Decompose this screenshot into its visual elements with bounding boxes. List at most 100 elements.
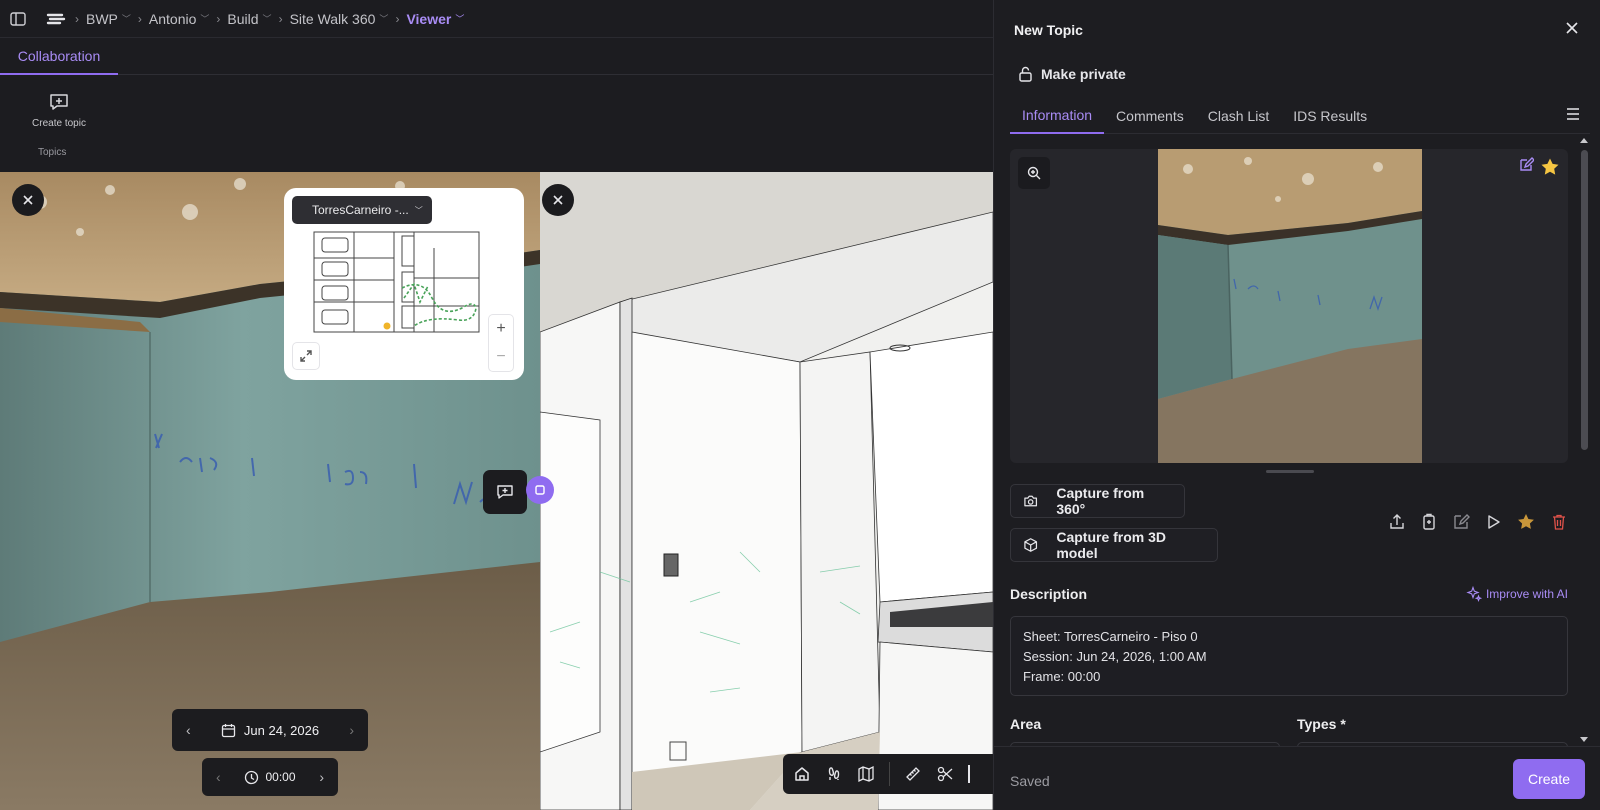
date-navigator: ‹ Jun 24, 2026 › [172,709,368,751]
create-button[interactable]: Create [1513,759,1585,799]
create-topic-button[interactable]: Create topic [22,93,96,129]
minimap[interactable]: TorresCarneiro -... ﹀ + − [284,188,524,380]
tab-clash-list[interactable]: Clash List [1196,98,1281,134]
clock-icon [245,770,259,784]
map-zoom-in-button[interactable]: + [489,315,513,343]
toolbar-overflow [968,765,970,783]
scrollbar-thumb[interactable] [1581,150,1588,450]
panel-tabs: Information Comments Clash List IDS Resu… [1010,98,1590,134]
description-label: Description [1010,586,1088,602]
breadcrumb-item-site-walk[interactable]: › Site Walk 360 ﹀ [272,11,389,27]
panel-menu-button[interactable] [1566,108,1580,120]
measure-icon[interactable] [904,765,922,783]
edit-icon[interactable] [1452,513,1470,531]
model-3d-view[interactable] [540,172,993,810]
snapshot-image [1158,149,1422,463]
scroll-down-icon[interactable] [1578,736,1590,744]
sidebar-toggle-icon [10,11,26,26]
description-textarea[interactable]: Sheet: TorresCarneiro - Piso 0 Session: … [1010,616,1568,696]
model-3d-render [540,172,993,810]
close-3d-button[interactable] [542,184,574,216]
make-private-toggle[interactable]: Make private [1018,66,1126,82]
share-icon[interactable] [1388,513,1406,531]
split-view-handle[interactable] [526,476,554,504]
map-zoom-out-button[interactable]: − [489,343,513,371]
date-picker[interactable]: Jun 24, 2026 [221,723,319,738]
next-frame-button[interactable]: › [319,769,324,785]
scissors-icon[interactable] [936,765,954,783]
create-topic-icon [497,485,513,499]
description-line: Frame: 00:00 [1023,669,1101,684]
ribbon-group-label: Topics [38,147,67,158]
drag-handle-icon [535,485,545,495]
zoom-in-icon [1027,166,1041,180]
sheet-select[interactable]: TorresCarneiro -... ﹀ [292,196,432,224]
create-topic-icon [50,94,68,110]
viewer-toolbar [783,754,993,794]
ribbon-tabs: Collaboration [0,38,993,75]
close-icon [553,195,563,205]
close-icon [23,195,33,205]
panel-scrollbar[interactable] [1578,136,1590,744]
home-icon[interactable] [793,765,811,783]
panorama-360-view[interactable]: TorresCarneiro -... ﹀ + − ‹ Jun 24, 2026… [0,172,540,810]
breadcrumb-item-viewer[interactable]: › Viewer ﹀ [388,11,464,27]
breadcrumb: › BWP ﹀ › Antonio ﹀ › Build ﹀ › Site Walk 360 ﹀ … [68,11,464,27]
tab-comments[interactable]: Comments [1104,98,1196,134]
sparkles-icon [1466,586,1482,602]
breadcrumb-item-antonio[interactable]: › Antonio ﹀ [131,11,210,27]
previous-date-button[interactable]: ‹ [186,722,191,738]
walk-icon[interactable] [825,765,843,783]
map-icon[interactable] [857,765,875,783]
star-snapshot-button[interactable] [1540,157,1560,177]
frame-navigator: ‹ 00:00 › [202,758,338,796]
panel-title: New Topic [1014,22,1083,38]
edit-icon [1520,157,1534,171]
tab-ids-results[interactable]: IDS Results [1281,98,1379,134]
play-icon[interactable] [1484,513,1502,531]
expand-icon [300,350,312,362]
map-zoom-controls: + − [488,314,514,372]
toolbar-divider [889,762,890,786]
star-icon[interactable] [1516,512,1536,532]
star-icon [1541,158,1559,175]
zoom-preview-button[interactable] [1018,157,1050,189]
preview-resize-handle[interactable] [1266,470,1314,473]
edit-snapshot-button[interactable] [1518,157,1534,173]
copy-icon[interactable] [1420,513,1438,531]
close-panel-button[interactable] [1566,22,1578,34]
capture-3d-button[interactable]: Capture from 3D model [1010,528,1218,562]
cube-icon [1024,538,1038,552]
lock-open-icon [1019,66,1032,82]
camera-icon [1024,495,1038,507]
description-line: Sheet: TorresCarneiro - Piso 0 [1023,629,1198,644]
delete-icon[interactable] [1550,513,1568,531]
scroll-up-icon[interactable] [1578,136,1590,144]
panel-footer: Saved Create [994,746,1600,810]
improve-with-ai-button[interactable]: Improve with AI [1466,586,1568,602]
tab-information[interactable]: Information [1010,98,1105,134]
ribbon: Create topic Topics [0,75,993,172]
breadcrumb-item-bwp[interactable]: › BWP ﹀ [68,11,131,27]
top-bar: › BWP ﹀ › Antonio ﹀ › Build ﹀ › Site Walk 360 ﹀ … [0,0,993,38]
save-status: Saved [1010,773,1050,789]
frame-time[interactable]: 00:00 [244,770,296,785]
description-line: Session: Jun 24, 2026, 1:00 AM [1023,649,1207,664]
app-logo-icon[interactable] [46,13,66,25]
close-360-button[interactable] [12,184,44,216]
previous-frame-button[interactable]: ‹ [216,769,221,785]
map-expand-button[interactable] [292,342,320,370]
tab-collaboration[interactable]: Collaboration [0,38,118,75]
area-label: Area [1010,716,1042,732]
snapshot-actions [1388,512,1568,532]
sidebar-toggle-button[interactable] [0,0,36,38]
capture-360-button[interactable]: Capture from 360° [1010,484,1185,518]
new-topic-panel: New Topic Make private Information Comme… [993,0,1600,810]
calendar-icon [221,723,236,737]
snapshot-preview [1010,149,1568,463]
next-date-button[interactable]: › [349,722,354,738]
topic-form: Capture from 360° Capture from 3D model … [1010,134,1568,746]
breadcrumb-item-build[interactable]: › Build ﹀ [209,11,271,27]
add-topic-float-button[interactable] [483,470,527,514]
close-icon [1566,22,1578,34]
